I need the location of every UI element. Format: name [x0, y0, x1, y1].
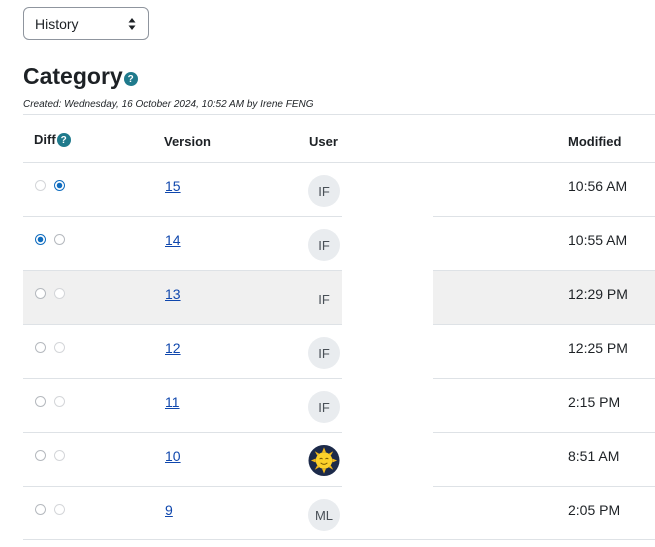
created-info: Created: Wednesday, 16 October 2024, 10:… — [23, 99, 314, 110]
avatar[interactable]: ML — [308, 499, 340, 531]
modified-time: 10:55 AM — [568, 232, 628, 248]
version-link[interactable]: 15 — [165, 178, 181, 194]
table-row: 11 IF 2:15 PM — [23, 378, 655, 432]
compare-from-radio[interactable] — [35, 342, 46, 353]
table-row: 10 8:51 AM — [23, 432, 655, 486]
header-user: User — [309, 134, 338, 149]
compare-from-radio[interactable] — [35, 450, 46, 461]
compare-to-radio[interactable] — [54, 288, 65, 299]
table-row: 14 IF 10:55 AM — [23, 216, 655, 270]
modified-time: 2:15 PM — [568, 394, 621, 410]
sort-caret-icon — [128, 18, 136, 30]
modified-time: 8:51 AM — [568, 448, 620, 464]
compare-to-radio[interactable] — [54, 396, 65, 407]
history-select-value: History — [35, 15, 79, 32]
compare-to-radio[interactable] — [54, 180, 65, 191]
history-select[interactable]: History — [23, 7, 149, 40]
table-row: 9 ML 2:05 PM — [23, 486, 655, 540]
question-circle-icon[interactable]: ? — [56, 133, 71, 147]
modified-time: 12:25 PM — [568, 340, 628, 356]
compare-from-radio[interactable] — [35, 234, 46, 245]
page-title: Category — [23, 63, 123, 89]
modified-time: 10:56 AM — [568, 178, 628, 194]
compare-from-radio[interactable] — [35, 396, 46, 407]
version-link[interactable]: 12 — [165, 340, 181, 356]
avatar[interactable]: IF — [308, 391, 340, 423]
header-diff: Diff ? — [34, 131, 71, 147]
version-link[interactable]: 11 — [165, 394, 180, 410]
compare-to-radio[interactable] — [54, 342, 65, 353]
table-row: 12 IF 12:25 PM — [23, 324, 655, 378]
question-circle-icon[interactable]: ? — [123, 72, 138, 86]
history-table: Diff ? Version User Modified 15 IF 10:56… — [23, 114, 655, 540]
table-row: 13 IF 12:29 PM — [23, 270, 655, 324]
modified-time: 2:05 PM — [568, 502, 621, 518]
page: History Category ? Created: Wednesday, 1… — [0, 0, 655, 547]
sun-avatar-picture — [308, 444, 340, 476]
table-row: 15 IF 10:56 AM — [23, 162, 655, 216]
version-link[interactable]: 10 — [165, 448, 181, 464]
version-link[interactable]: 13 — [165, 286, 181, 302]
compare-from-radio[interactable] — [35, 180, 46, 191]
modified-time: 12:29 PM — [568, 286, 628, 302]
header-modified: Modified — [568, 134, 622, 149]
compare-from-radio[interactable] — [35, 504, 46, 515]
version-link[interactable]: 9 — [165, 502, 173, 518]
compare-to-radio[interactable] — [54, 504, 65, 515]
avatar[interactable]: IF — [308, 229, 340, 261]
compare-to-radio[interactable] — [54, 450, 65, 461]
version-link[interactable]: 14 — [165, 232, 181, 248]
avatar[interactable] — [308, 444, 340, 476]
compare-to-radio[interactable] — [54, 234, 65, 245]
page-heading: Category ? — [23, 62, 138, 90]
header-version: Version — [164, 134, 211, 149]
redacted-user-names — [342, 166, 433, 536]
avatar[interactable]: IF — [308, 337, 340, 369]
compare-from-radio[interactable] — [35, 288, 46, 299]
avatar[interactable]: IF — [308, 175, 340, 207]
avatar[interactable]: IF — [308, 283, 340, 315]
table-header: Diff ? Version User Modified — [23, 114, 655, 162]
